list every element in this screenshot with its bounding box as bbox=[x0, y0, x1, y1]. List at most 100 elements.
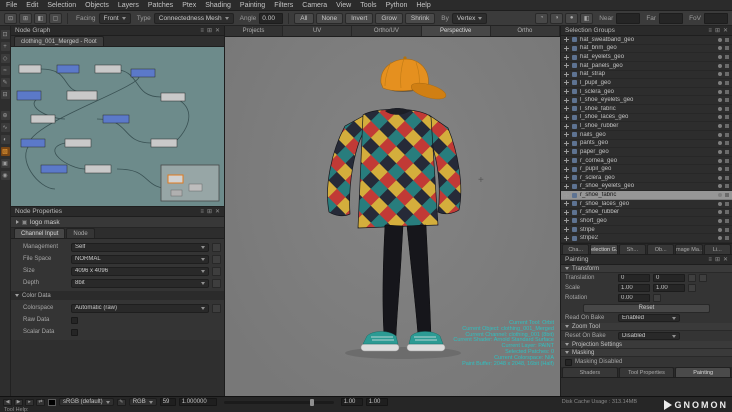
lock-icon[interactable] bbox=[725, 63, 729, 68]
lock-icon[interactable] bbox=[725, 115, 729, 120]
bottom-palette-tab[interactable]: Tool Properties bbox=[618, 367, 675, 377]
menu-item[interactable]: Filters bbox=[274, 2, 293, 9]
palette-float-icon[interactable]: ⊞ bbox=[715, 28, 720, 34]
eraser-tool-icon[interactable]: ⊟ bbox=[0, 90, 10, 99]
select-object-mode-icon[interactable]: ⊡ bbox=[4, 12, 17, 24]
selection-group-row[interactable]: r_sclera_geo bbox=[561, 174, 732, 183]
nav-previous-icon[interactable]: ◀ bbox=[3, 398, 12, 406]
brush-radius-field[interactable]: 59 bbox=[159, 398, 176, 406]
selection-action-button[interactable]: Grow bbox=[375, 12, 403, 24]
expand-icon[interactable] bbox=[564, 175, 569, 181]
bottom-palette-tab[interactable]: Shaders bbox=[562, 367, 618, 377]
palette-close-icon[interactable]: ✕ bbox=[723, 28, 728, 34]
menu-item[interactable]: Selection bbox=[47, 2, 76, 9]
menu-item[interactable]: Camera bbox=[302, 2, 327, 9]
visibility-icon[interactable] bbox=[718, 37, 722, 42]
node-graph-tab[interactable]: clothing_001_Merged - Root bbox=[14, 36, 104, 46]
palette-close-icon[interactable]: ✕ bbox=[215, 28, 220, 34]
expand-icon[interactable] bbox=[564, 158, 569, 164]
warp-tool-icon[interactable]: ◇ bbox=[0, 54, 10, 63]
selection-group-row[interactable]: hat_panels_geo bbox=[561, 62, 732, 71]
paint-opacity-field[interactable]: 1.000000 bbox=[178, 398, 217, 406]
scale-x-field[interactable]: 1.00 bbox=[618, 284, 650, 292]
palette-tab[interactable]: Image Ma... bbox=[675, 244, 703, 254]
visibility-icon[interactable] bbox=[718, 184, 722, 189]
expand-icon[interactable] bbox=[564, 37, 569, 43]
visibility-icon[interactable] bbox=[718, 193, 722, 198]
selection-action-button[interactable]: Invert bbox=[345, 12, 374, 24]
viewport-3d-canvas[interactable]: + Current Tool: Orbit Current Object: clo… bbox=[225, 37, 560, 396]
visibility-icon[interactable] bbox=[718, 236, 722, 241]
lock-aspect-icon[interactable] bbox=[688, 284, 696, 292]
selection-group-row[interactable]: l_pupil_geo bbox=[561, 79, 732, 88]
fov-field[interactable] bbox=[704, 12, 728, 24]
viewport-tab[interactable]: UV bbox=[283, 26, 353, 36]
lock-icon[interactable] bbox=[725, 175, 729, 180]
slerp-tool-icon[interactable]: ≈ bbox=[0, 66, 10, 75]
palette-float-icon[interactable]: ⊞ bbox=[207, 209, 212, 215]
lock-icon[interactable] bbox=[725, 72, 729, 77]
expand-icon[interactable] bbox=[564, 89, 569, 95]
zoom-tool-section-header[interactable]: Zoom Tool bbox=[561, 323, 732, 331]
bottom-palette-tab[interactable]: Painting bbox=[675, 367, 732, 377]
display-colorspace-select[interactable]: sRGB (default) bbox=[59, 398, 114, 406]
lock-icon[interactable] bbox=[725, 193, 729, 198]
menu-item[interactable]: Shading bbox=[205, 2, 231, 9]
selection-group-row[interactable]: r_cornea_geo bbox=[561, 157, 732, 166]
paint-brush-tool-icon[interactable]: ✎ bbox=[0, 78, 10, 87]
play-icon[interactable]: ▸ bbox=[25, 398, 34, 406]
expand-icon[interactable] bbox=[564, 80, 569, 86]
viewport-tab[interactable]: Perspective bbox=[421, 26, 491, 36]
lock-icon[interactable] bbox=[725, 210, 729, 215]
current-paint-color-swatch[interactable] bbox=[48, 398, 56, 406]
palette-close-icon[interactable]: ✕ bbox=[215, 209, 220, 215]
selection-group-row[interactable]: short_geo bbox=[561, 217, 732, 226]
visibility-icon[interactable] bbox=[718, 227, 722, 232]
visibility-icon[interactable] bbox=[718, 175, 722, 180]
selection-group-row[interactable]: paper_geo bbox=[561, 148, 732, 157]
value-field-2[interactable]: 1.00 bbox=[365, 398, 388, 406]
reset-value-icon[interactable] bbox=[653, 294, 661, 302]
menu-item[interactable]: File bbox=[6, 2, 17, 9]
expand-icon[interactable] bbox=[564, 166, 569, 172]
visibility-icon[interactable] bbox=[718, 149, 722, 154]
lighting-flat-icon[interactable]: ◔ bbox=[535, 12, 549, 24]
selection-group-row[interactable]: hat_brim_geo bbox=[561, 45, 732, 54]
node-graph-canvas[interactable] bbox=[11, 47, 224, 207]
palette-menu-icon[interactable]: ≡ bbox=[200, 28, 204, 34]
file-space-select[interactable]: NORMAL bbox=[71, 254, 209, 264]
type-select[interactable]: Connectedness Mesh bbox=[153, 12, 234, 24]
select-patch-mode-icon[interactable]: ⊞ bbox=[19, 12, 32, 24]
lock-icon[interactable] bbox=[725, 132, 729, 137]
visibility-icon[interactable] bbox=[718, 63, 722, 68]
selection-group-row[interactable]: r_shoe_laces_geo bbox=[561, 200, 732, 209]
expand-icon[interactable] bbox=[564, 149, 569, 155]
expand-icon[interactable] bbox=[564, 192, 569, 198]
selection-action-button[interactable]: All bbox=[294, 12, 314, 24]
expand-icon[interactable] bbox=[564, 71, 569, 77]
visibility-icon[interactable] bbox=[718, 72, 722, 77]
select-tool-icon[interactable]: ⊡ bbox=[0, 30, 10, 39]
eyedropper-tool-icon[interactable]: ◉ bbox=[0, 171, 10, 180]
node-properties-tab[interactable]: Channel Input bbox=[14, 228, 66, 238]
lock-icon[interactable] bbox=[725, 184, 729, 189]
palette-menu-icon[interactable]: ≡ bbox=[200, 209, 204, 215]
lock-icon[interactable] bbox=[725, 167, 729, 172]
visibility-icon[interactable] bbox=[718, 55, 722, 60]
field-menu-icon[interactable] bbox=[212, 266, 221, 276]
selection-action-button[interactable]: Shrink bbox=[404, 12, 436, 24]
visibility-icon[interactable] bbox=[718, 158, 722, 163]
lock-icon[interactable] bbox=[725, 158, 729, 163]
facing-select[interactable]: Front bbox=[98, 12, 131, 24]
expand-icon[interactable] bbox=[564, 106, 569, 112]
link-values-icon[interactable] bbox=[688, 274, 696, 282]
read-on-bake-select[interactable]: Enabled bbox=[618, 314, 680, 322]
expand-icon[interactable] bbox=[564, 140, 569, 146]
expand-icon[interactable] bbox=[564, 45, 569, 51]
selection-group-row[interactable]: l_sclera_geo bbox=[561, 88, 732, 97]
palette-tab[interactable]: Ob... bbox=[646, 244, 675, 254]
menu-item[interactable]: Edit bbox=[26, 2, 38, 9]
menu-item[interactable]: Ptex bbox=[182, 2, 196, 9]
lighting-full-icon[interactable]: ● bbox=[565, 12, 579, 24]
visibility-icon[interactable] bbox=[718, 98, 722, 103]
